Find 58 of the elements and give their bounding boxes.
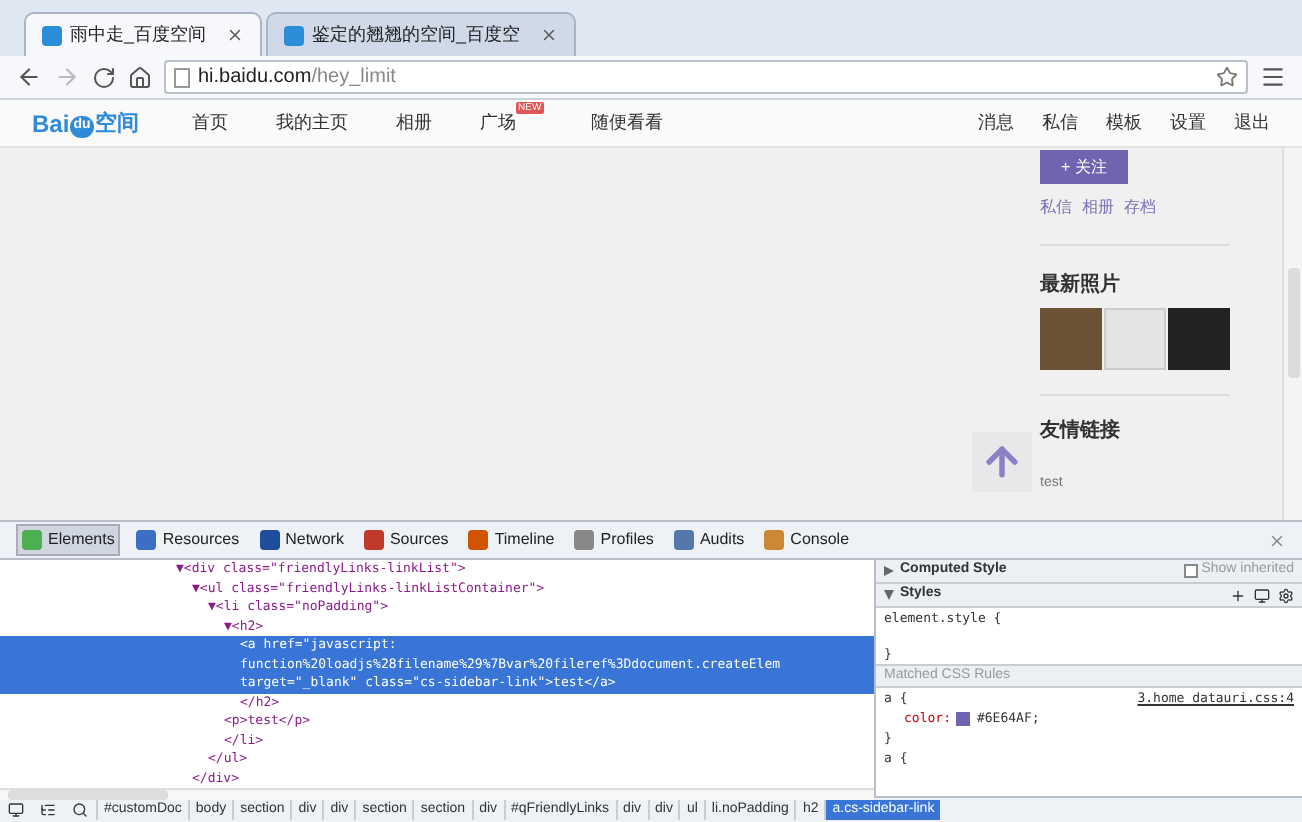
expanded-triangle-icon[interactable] xyxy=(884,590,894,600)
back-icon[interactable] xyxy=(16,64,42,90)
devtools-tab[interactable]: Timeline xyxy=(464,524,559,556)
back-to-top-button[interactable] xyxy=(972,432,1032,492)
nav-link[interactable]: 随便看看 xyxy=(591,109,664,137)
user-nav-link[interactable]: 私信 xyxy=(1042,109,1078,137)
color-swatch[interactable] xyxy=(956,711,971,725)
devtools-tab[interactable]: Audits xyxy=(669,524,749,556)
home-icon[interactable] xyxy=(128,65,152,89)
close-icon[interactable] xyxy=(226,26,245,44)
panel-icon xyxy=(673,530,694,550)
collapsed-triangle-icon[interactable] xyxy=(884,566,894,576)
menu-icon[interactable] xyxy=(1260,64,1286,90)
panel-icon xyxy=(363,530,384,550)
close-icon[interactable] xyxy=(540,26,559,44)
add-icon[interactable] xyxy=(1230,587,1246,603)
horizontal-scrollbar[interactable] xyxy=(8,790,168,800)
settings-icon[interactable] xyxy=(1278,587,1294,603)
devtools-tab[interactable]: Profiles xyxy=(570,524,658,556)
console-icon[interactable] xyxy=(40,802,56,818)
browser-tab[interactable]: 雨中走_百度空间 xyxy=(24,12,263,56)
user-nav-link[interactable]: 退出 xyxy=(1234,109,1270,137)
devtools-tab[interactable]: Sources xyxy=(359,524,453,556)
tab-title: 雨中走_百度空间 xyxy=(70,21,209,48)
devtools-tab[interactable]: Console xyxy=(760,524,854,556)
url-text: hi.baidu.com/hey_limit xyxy=(198,64,398,92)
panel-icon xyxy=(468,530,489,550)
close-icon[interactable] xyxy=(1268,531,1286,549)
devtools-tab[interactable]: Elements xyxy=(16,524,121,556)
panel-icon xyxy=(574,530,595,550)
tab-title: 鉴定的翘翘的空间_百度空 xyxy=(312,21,523,48)
nav-link[interactable]: 我的主页 xyxy=(276,109,348,137)
photos-title: 最新照片 xyxy=(1040,270,1122,300)
reload-icon[interactable] xyxy=(92,65,116,89)
user-nav-link[interactable]: 消息 xyxy=(978,109,1014,137)
devtools-tab[interactable]: Network xyxy=(255,524,348,556)
page-icon xyxy=(174,67,190,87)
browser-tab[interactable]: 鉴定的翘翘的空间_百度空 xyxy=(266,12,577,56)
user-nav-link[interactable]: 模板 xyxy=(1106,109,1142,137)
panel-icon xyxy=(764,530,785,550)
follow-button[interactable]: + 关注 xyxy=(1040,150,1128,184)
devtools-tab[interactable]: Resources xyxy=(132,524,244,556)
search-icon[interactable] xyxy=(72,802,88,818)
star-icon[interactable] xyxy=(1216,66,1238,88)
friends-title: 友情链接 xyxy=(1040,417,1122,446)
nav-link[interactable]: 相册 xyxy=(396,109,432,137)
user-nav-link[interactable]: 设置 xyxy=(1170,109,1206,137)
show-inherited-checkbox[interactable] xyxy=(1183,564,1198,578)
nav-link[interactable]: 广场 xyxy=(480,109,516,137)
panel-icon xyxy=(136,530,157,550)
sidebar-link[interactable]: 私信 xyxy=(1040,196,1072,220)
sidebar-link[interactable]: 相册 xyxy=(1082,196,1114,220)
sidebar-link[interactable]: 存档 xyxy=(1124,196,1156,220)
panel-icon xyxy=(259,530,280,550)
nav-link[interactable]: 首页 xyxy=(192,109,228,137)
scrollbar[interactable] xyxy=(1282,148,1302,520)
panel-icon xyxy=(22,530,42,550)
address-bar[interactable]: hi.baidu.com/hey_limit xyxy=(164,60,1248,94)
